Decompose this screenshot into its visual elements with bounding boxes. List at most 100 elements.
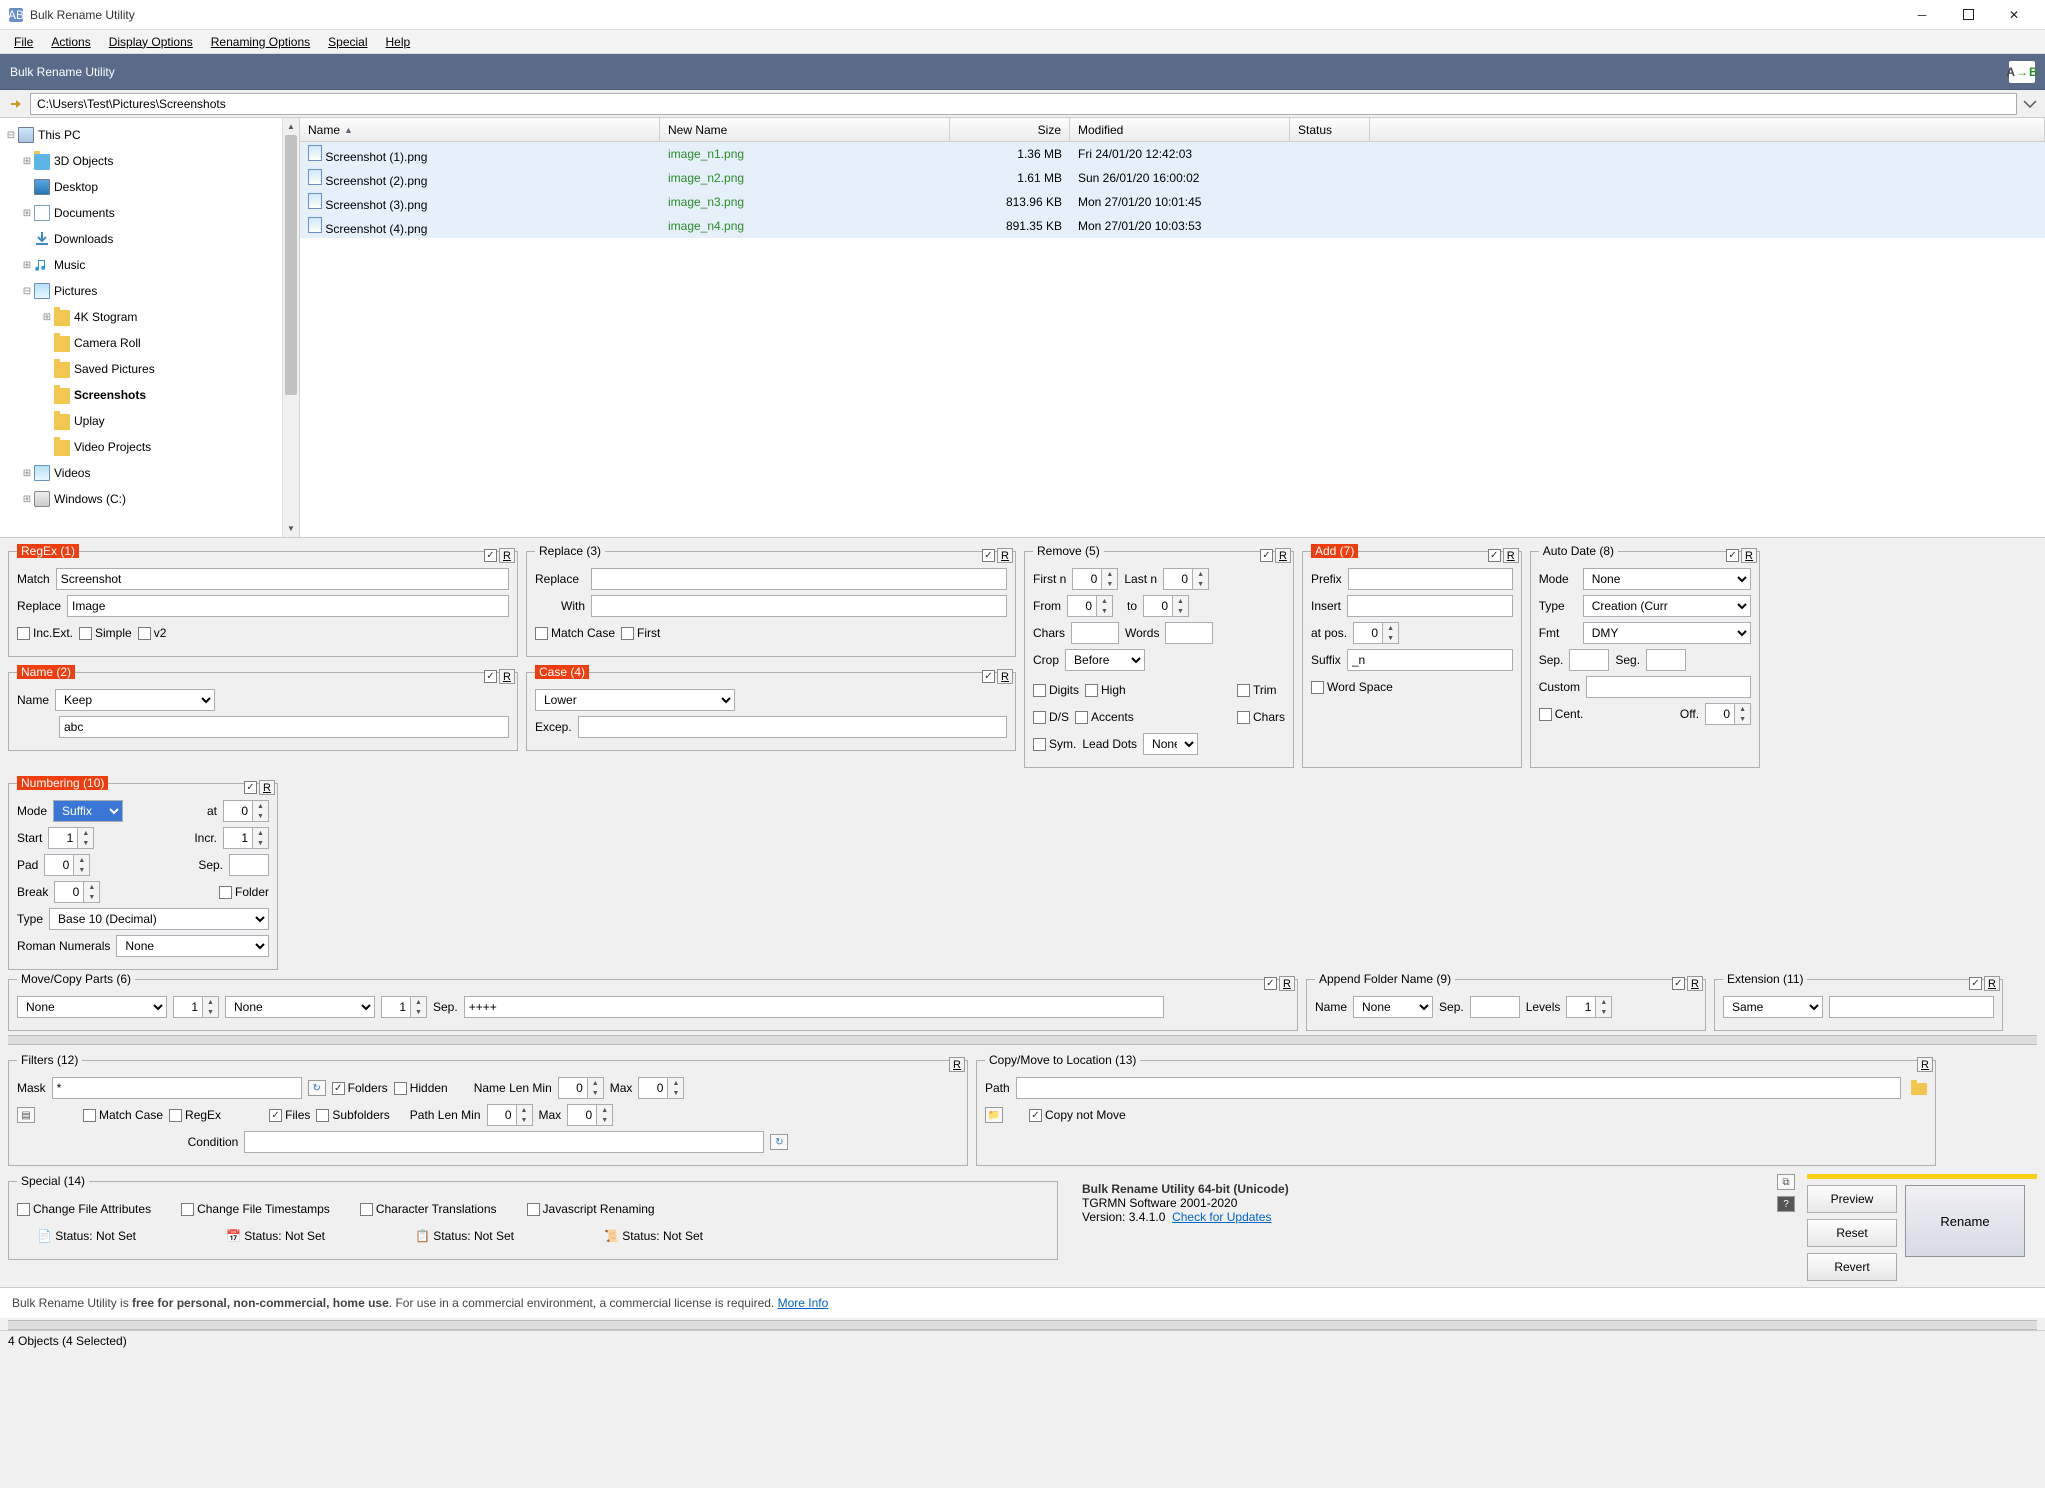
- table-row[interactable]: Screenshot (1).png image_n1.png 1.36 MB …: [300, 142, 2045, 166]
- minimize-button[interactable]: ─: [1899, 0, 1945, 29]
- desktop-icon: [34, 179, 50, 195]
- new-window-icon[interactable]: ⧉: [1777, 1174, 1795, 1190]
- title-bar: AB Bulk Rename Utility ─ ✕: [0, 0, 2045, 30]
- menu-actions[interactable]: Actions: [43, 33, 98, 51]
- panel-regex: RegEx (1) ✓R Match Replace Inc.Ext. Simp…: [8, 544, 518, 657]
- window-title: Bulk Rename Utility: [30, 8, 1899, 22]
- check-updates-link[interactable]: Check for Updates: [1172, 1210, 1271, 1224]
- sort-asc-icon: ▲: [344, 125, 353, 135]
- list-body: Screenshot (1).png image_n1.png 1.36 MB …: [300, 142, 2045, 238]
- regex-replace-input[interactable]: [67, 595, 509, 617]
- about-block: Bulk Rename Utility 64-bit (Unicode) TGR…: [1070, 1174, 1765, 1232]
- app-icon: AB: [8, 7, 24, 23]
- panel-name: Name (2) ✓R NameKeep: [8, 665, 518, 751]
- rename-icon: A→B: [2009, 61, 2035, 83]
- mask-input[interactable]: [52, 1077, 302, 1099]
- v2-check[interactable]: v2: [138, 626, 167, 640]
- filter-icon[interactable]: ▤: [17, 1107, 35, 1123]
- table-row[interactable]: Screenshot (3).png image_n3.png 813.96 K…: [300, 190, 2045, 214]
- panel-replace: Replace (3) ✓R Replace With Match Case F…: [526, 544, 1016, 657]
- browse-folder-icon[interactable]: [1911, 1083, 1927, 1095]
- panel-case: Case (4) ✓R Lower Excep.: [526, 665, 1016, 751]
- menu-bar: File Actions Display Options Renaming Op…: [0, 30, 2045, 54]
- panel-autodate: Auto Date (8) ✓R ModeNone TypeCreation (…: [1530, 544, 1760, 768]
- menu-renaming[interactable]: Renaming Options: [203, 33, 318, 51]
- lastn-spin[interactable]: ▲▼: [1163, 568, 1209, 590]
- options-panels: RegEx (1) ✓R Match Replace Inc.Ext. Simp…: [0, 538, 2045, 972]
- file-list[interactable]: Name▲ New Name Size Modified Status Scre…: [300, 118, 2045, 537]
- name-text-input[interactable]: [59, 716, 509, 738]
- refresh-icon[interactable]: ↻: [770, 1134, 788, 1150]
- folder-up-icon[interactable]: [8, 96, 24, 112]
- preview-button[interactable]: Preview: [1807, 1185, 1897, 1213]
- simple-check[interactable]: Simple: [79, 626, 132, 640]
- table-row[interactable]: Screenshot (4).png image_n4.png 891.35 K…: [300, 214, 2045, 238]
- col-name[interactable]: Name▲: [300, 118, 660, 141]
- list-header: Name▲ New Name Size Modified Status: [300, 118, 2045, 142]
- panel-numbering: Numbering (10) ✓R ModeSuffixat▲▼ Start▲▼…: [8, 776, 278, 970]
- replace-input[interactable]: [591, 568, 1007, 590]
- help-icon[interactable]: ?: [1777, 1196, 1795, 1212]
- menu-help[interactable]: Help: [378, 33, 419, 51]
- name-mode-select[interactable]: Keep: [55, 689, 215, 711]
- panel-remove: Remove (5) ✓R First n▲▼Last n▲▼ From▲▼to…: [1024, 544, 1294, 768]
- tree-scrollbar[interactable]: ▲▼: [282, 118, 299, 537]
- panel-movecopy: Move/Copy Parts (6) ✓R None ▲▼ None ▲▼ S…: [8, 972, 1298, 1031]
- panel-appendfolder: Append Folder Name (9) ✓R NameNoneSep.Le…: [1306, 972, 1706, 1031]
- maximize-button[interactable]: [1945, 0, 1991, 29]
- suffix-input[interactable]: [1347, 649, 1513, 671]
- panel-copymove: Copy/Move to Location (13) R Path 📁✓Copy…: [976, 1053, 1936, 1166]
- videos-icon: [34, 465, 50, 481]
- R-button[interactable]: R: [499, 548, 515, 563]
- regex-match-input[interactable]: [56, 568, 509, 590]
- music-icon: [34, 257, 50, 273]
- with-input[interactable]: [591, 595, 1007, 617]
- document-icon: [34, 205, 50, 221]
- insert-input[interactable]: [1347, 595, 1513, 617]
- image-file-icon: [308, 145, 322, 161]
- bottom-area: Special (14) Change File Attributes Chan…: [0, 1168, 2045, 1287]
- middle-area: ⊟This PC ⊞3D Objects Desktop ⊞Documents …: [0, 118, 2045, 538]
- copymove-path-input[interactable]: [1016, 1077, 1901, 1099]
- firstn-spin[interactable]: ▲▼: [1072, 568, 1118, 590]
- first-check[interactable]: First: [621, 626, 660, 640]
- panel-special: Special (14) Change File Attributes Chan…: [8, 1174, 1058, 1260]
- folder-tree[interactable]: ⊟This PC ⊞3D Objects Desktop ⊞Documents …: [0, 118, 300, 537]
- condition-input[interactable]: [244, 1131, 764, 1153]
- prefix-input[interactable]: [1348, 568, 1513, 590]
- col-modified[interactable]: Modified: [1070, 118, 1290, 141]
- more-info-link[interactable]: More Info: [778, 1296, 829, 1310]
- path-input[interactable]: [30, 93, 2017, 115]
- pc-icon: [18, 127, 34, 143]
- menu-file[interactable]: File: [6, 33, 41, 51]
- close-button[interactable]: ✕: [1991, 0, 2037, 29]
- info-footer: Bulk Rename Utility is free for personal…: [0, 1287, 2045, 1318]
- col-status[interactable]: Status: [1290, 118, 1370, 141]
- numbering-mode-select[interactable]: Suffix: [53, 800, 123, 822]
- menu-display[interactable]: Display Options: [101, 33, 201, 51]
- refresh-icon[interactable]: ↻: [308, 1080, 326, 1096]
- case-select[interactable]: Lower: [535, 689, 735, 711]
- path-dropdown-icon[interactable]: [2023, 95, 2037, 113]
- menu-special[interactable]: Special: [320, 33, 375, 51]
- separator-bar[interactable]: [8, 1035, 2037, 1045]
- svg-text:AB: AB: [8, 8, 24, 22]
- col-newname[interactable]: New Name: [660, 118, 950, 141]
- panel-add: Add (7) ✓R Prefix Insert at pos.▲▼ Suffi…: [1302, 544, 1522, 768]
- banner-title: Bulk Rename Utility: [10, 65, 115, 79]
- reset-button[interactable]: Reset: [1807, 1219, 1897, 1247]
- revert-button[interactable]: Revert: [1807, 1253, 1897, 1281]
- excep-input[interactable]: [578, 716, 1007, 738]
- panel-filters: Filters (12) R Mask ↻ ✓Folders Hidden Na…: [8, 1053, 968, 1166]
- pictures-icon: [34, 283, 50, 299]
- incext-check[interactable]: Inc.Ext.: [17, 626, 73, 640]
- regex-enable[interactable]: ✓: [484, 549, 497, 562]
- col-size[interactable]: Size: [950, 118, 1070, 141]
- path-bar: [0, 90, 2045, 118]
- folder-shortcut-icon[interactable]: 📁: [985, 1107, 1003, 1123]
- matchcase-check[interactable]: Match Case: [535, 626, 615, 640]
- download-icon: [34, 231, 50, 247]
- rename-button[interactable]: Rename: [1905, 1185, 2025, 1257]
- table-row[interactable]: Screenshot (2).png image_n2.png 1.61 MB …: [300, 166, 2045, 190]
- status-bar: 4 Objects (4 Selected): [0, 1330, 2045, 1354]
